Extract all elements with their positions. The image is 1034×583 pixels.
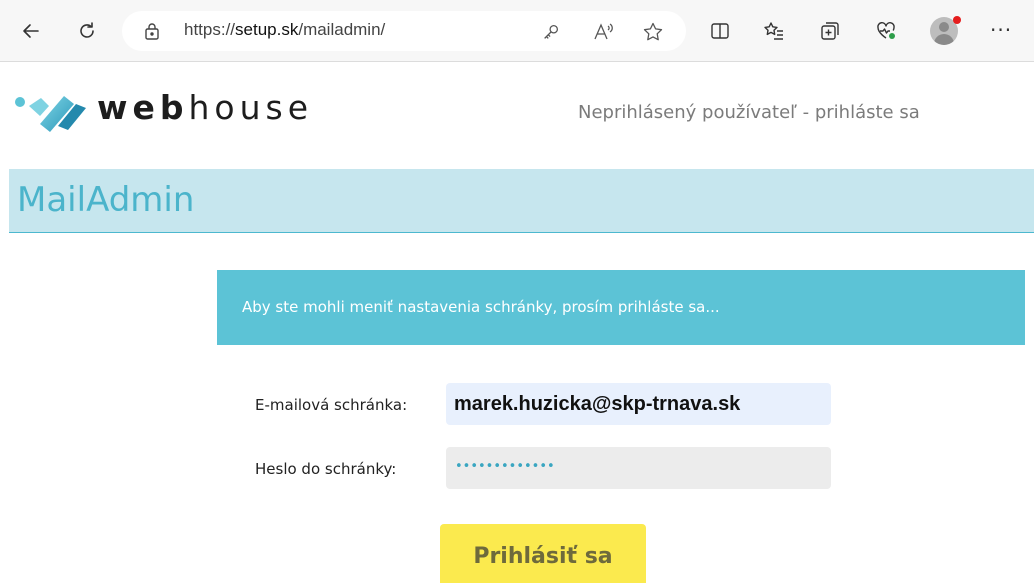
email-label: E-mailová schránka: [255, 396, 408, 414]
logo-mark-icon [15, 96, 86, 132]
page-title: MailAdmin [17, 180, 195, 220]
app-title-banner: MailAdmin [9, 169, 1034, 233]
read-aloud-icon[interactable] [592, 21, 614, 43]
webhouse-logo[interactable]: webhouse [14, 86, 308, 138]
refresh-button[interactable] [70, 14, 104, 48]
back-arrow-icon [23, 24, 39, 38]
logo-wordmark: webhouse [97, 88, 314, 127]
avatar-body [934, 34, 954, 45]
avatar-head [939, 22, 949, 32]
browser-essentials-icon[interactable] [872, 17, 900, 45]
favorite-star-icon[interactable] [642, 21, 664, 43]
notification-dot [953, 16, 961, 24]
back-button[interactable] [14, 14, 48, 48]
login-notice: Aby ste mohli meniť nastavenia schránky,… [217, 270, 1025, 345]
favorites-list-icon[interactable] [760, 17, 788, 45]
split-screen-icon[interactable] [706, 17, 734, 45]
lock-icon [142, 21, 162, 41]
refresh-icon [80, 22, 94, 38]
url-text: https://setup.sk/mailadmin/ [184, 20, 386, 39]
more-options-button[interactable]: ··· [990, 18, 1012, 42]
password-label: Heslo do schránky: [255, 460, 397, 478]
email-field[interactable] [446, 383, 831, 425]
password-mask: ••••••••••••• [455, 459, 555, 474]
address-bar[interactable]: https://setup.sk/mailadmin/ [122, 11, 686, 51]
key-icon[interactable] [540, 21, 562, 43]
login-status-link[interactable]: Neprihlásený používateľ - prihláste sa [578, 102, 920, 123]
notice-text: Aby ste mohli meniť nastavenia schránky,… [242, 298, 720, 316]
login-button[interactable]: Prihlásiť sa [440, 524, 646, 583]
browser-toolbar: https://setup.sk/mailadmin/ ··· [0, 0, 1034, 62]
collections-icon[interactable] [816, 17, 844, 45]
